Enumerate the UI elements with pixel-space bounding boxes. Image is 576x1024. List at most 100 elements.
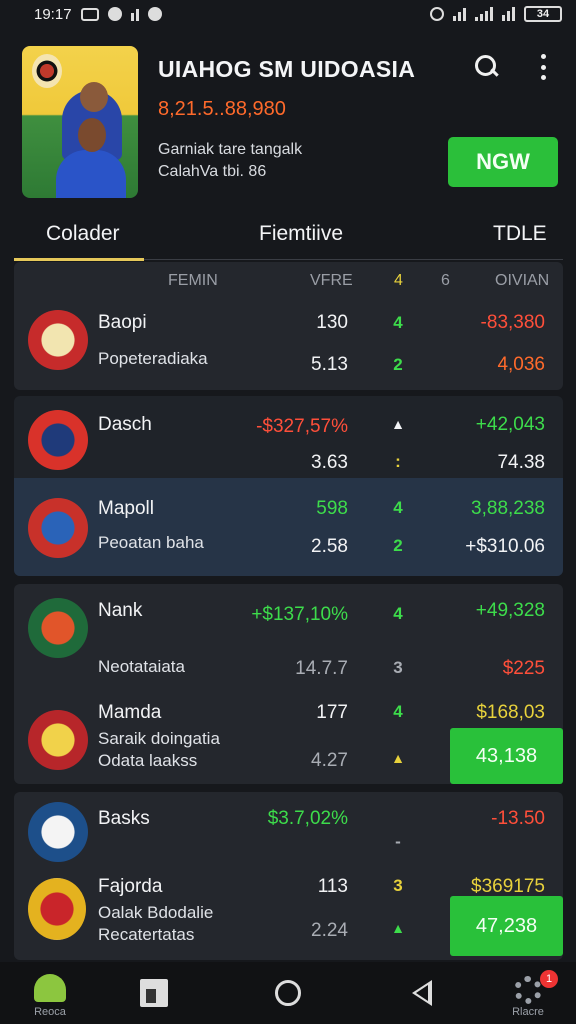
column-header-value[interactable]: VFRE xyxy=(310,272,353,290)
league-card: Basks $3.7,02% - -13.50 Fajorda Oalak Bd… xyxy=(14,792,563,960)
team-subtitle: Saraik doingatia Odata laakss xyxy=(98,729,220,770)
back-icon[interactable] xyxy=(412,980,432,1006)
new-button[interactable]: NGW xyxy=(448,137,558,187)
team-change-secondary: 4,036 xyxy=(497,354,545,375)
team-change-secondary: $225 xyxy=(502,658,545,679)
nav-home-label: Reoca xyxy=(34,1006,66,1018)
team-value: 130 xyxy=(316,312,348,333)
home-icon xyxy=(34,974,66,1002)
team-value: -$327,57% xyxy=(256,416,348,437)
team-value: 113 xyxy=(317,876,348,897)
team-name: Baopi xyxy=(98,312,147,333)
team-value: +$137,10% xyxy=(251,604,348,625)
team-crest-icon xyxy=(28,710,88,770)
tab-active-indicator xyxy=(14,258,144,261)
team-subtitle: Oalak Bdodalie Recatertatas xyxy=(98,903,214,944)
tab-fiemtiive[interactable]: Fiemtiive xyxy=(259,222,343,246)
list-item[interactable]: Baopi Popeteradiaka 130 5.13 4 2 -83,380… xyxy=(14,302,563,388)
column-header-c2[interactable]: 6 xyxy=(441,272,450,290)
team-name: Basks xyxy=(98,808,150,829)
team-name: Mamda xyxy=(98,702,162,723)
column-header-change[interactable]: OIVIAN xyxy=(495,272,549,290)
team-change: +42,043 xyxy=(475,414,545,435)
data-icon xyxy=(130,7,139,21)
team-subtitle: Neotataiata xyxy=(98,657,185,676)
list-item[interactable]: Mamda Saraik doingatia Odata laakss 177 … xyxy=(14,688,563,784)
tab-bar: Colader Fiemtiive TDLE xyxy=(14,210,563,264)
team-subtitle: Peoatan baha xyxy=(98,533,204,552)
tab-tdle[interactable]: TDLE xyxy=(493,222,547,246)
club-crest-image xyxy=(32,54,62,88)
team-value-secondary: 2.58 xyxy=(311,536,348,557)
nav-home[interactable]: Reoca xyxy=(10,962,90,1024)
column-header-c1[interactable]: 4 xyxy=(394,272,403,290)
team-crest-icon xyxy=(28,310,88,370)
team-value: 598 xyxy=(316,498,348,519)
team-change: -83,380 xyxy=(480,312,545,333)
team-value: $3.7,02% xyxy=(267,808,348,829)
player-head xyxy=(80,82,108,112)
match-thumbnail[interactable] xyxy=(22,46,138,198)
team-name: Dasch xyxy=(98,414,152,435)
team-subtitle: Popeteradiaka xyxy=(98,349,208,368)
alert-icon: ▲ xyxy=(391,920,405,936)
status-time: 19:17 xyxy=(34,5,72,23)
league-card: Baopi Popeteradiaka 130 5.13 4 2 -83,380… xyxy=(14,262,563,390)
column-header-name[interactable]: FEMIN xyxy=(168,272,218,290)
wifi-icon xyxy=(453,7,466,21)
team-change-button[interactable]: 47,238 xyxy=(450,896,563,956)
list-item[interactable]: Fajorda Oalak Bdodalie Recatertatas 113 … xyxy=(14,868,563,960)
app-header: UIAHOG SM UIDOASIA 8,21.5..88,980 Garnia… xyxy=(22,46,558,200)
list-item[interactable]: Dasch -$327,57% 3.63 ▲ : +42,043 74.38 xyxy=(14,396,563,478)
team-crest-icon xyxy=(28,878,86,940)
team-crest-icon xyxy=(28,598,88,658)
team-value-secondary: 5.13 xyxy=(311,354,348,375)
team-change: 3,88,238 xyxy=(471,498,545,519)
league-card: Dasch -$327,57% 3.63 ▲ : +42,043 74.38 M… xyxy=(14,396,563,576)
league-card: Nank Neotataiata +$137,10% 14.7.7 4 3 +4… xyxy=(14,584,563,784)
wifi-secondary-icon xyxy=(502,7,515,21)
status-bar: 19:17 34 xyxy=(0,0,576,28)
player-figure xyxy=(56,150,126,198)
recent-apps-icon[interactable] xyxy=(140,979,168,1007)
team-change: -13.50 xyxy=(491,808,545,829)
alert-icon: ▲ xyxy=(391,750,405,766)
app-notification-icon xyxy=(107,7,122,21)
trend-icon: - xyxy=(395,832,401,851)
header-subtitle: Garniak tare tangalk CalahVa tbi. 86 xyxy=(158,141,303,180)
team-change-button[interactable]: 43,138 xyxy=(450,728,563,784)
team-change-secondary: 74.38 xyxy=(497,452,545,473)
list-item[interactable]: Nank Neotataiata +$137,10% 14.7.7 4 3 +4… xyxy=(14,584,563,688)
team-crest-icon xyxy=(28,410,88,470)
tab-colader[interactable]: Colader xyxy=(46,222,120,246)
signal-icon xyxy=(475,7,493,21)
team-name: Nank xyxy=(98,600,143,621)
camera-notification-icon xyxy=(147,7,162,21)
team-value-secondary: 4.27 xyxy=(311,750,348,771)
team-value-secondary: 3.63 xyxy=(311,452,348,473)
notification-badge: 1 xyxy=(540,970,558,988)
search-icon[interactable] xyxy=(474,54,500,80)
team-change: $369175 xyxy=(471,876,545,897)
team-value: 177 xyxy=(316,702,348,723)
team-crest-icon xyxy=(28,498,88,558)
team-value-secondary: 14.7.7 xyxy=(295,658,348,679)
nav-profile-label: Rlacre xyxy=(512,1006,544,1018)
team-name: Fajorda xyxy=(98,876,163,897)
notification-icon xyxy=(80,7,99,21)
player-head xyxy=(78,118,106,152)
bottom-nav: Reoca Rlacre xyxy=(0,962,576,1024)
team-crest-icon xyxy=(28,802,88,862)
list-item[interactable]: Basks $3.7,02% - -13.50 xyxy=(14,792,563,868)
team-name: Mapoll xyxy=(98,498,154,519)
header-price: 8,21.5..88,980 xyxy=(158,98,286,120)
list-item[interactable]: Mapoll Peoatan baha 598 2.58 4 2 3,88,23… xyxy=(14,478,563,576)
nav-profile[interactable]: Rlacre xyxy=(488,962,568,1024)
team-value-secondary: 2.24 xyxy=(311,920,348,941)
home-button-icon[interactable] xyxy=(275,980,301,1006)
bluetooth-icon xyxy=(430,7,444,21)
more-options-icon[interactable] xyxy=(536,54,550,80)
page-title: UIAHOG SM UIDOASIA xyxy=(158,56,416,82)
divider xyxy=(144,259,563,260)
battery-icon: 34 xyxy=(524,6,562,22)
